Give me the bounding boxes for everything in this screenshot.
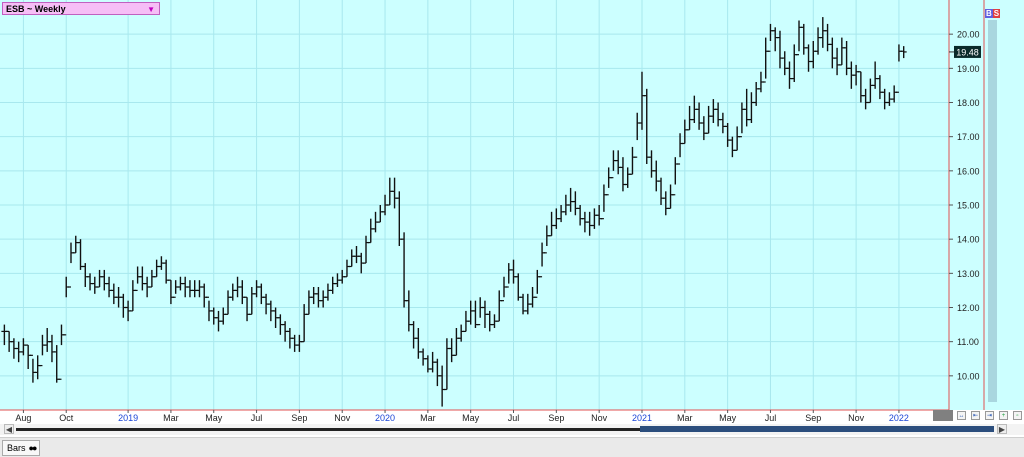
- symbol-selector[interactable]: ESB ~ Weekly ▼: [2, 2, 160, 15]
- scroll-end-icon[interactable]: ⇥: [985, 411, 994, 420]
- x-tick-label: 2019: [118, 413, 138, 423]
- y-tick-label: 19.00: [957, 64, 980, 74]
- chart-window: 10.00 11.00 12.00 13.00 14.00 15.00 16.00 17.00…: [0, 0, 1024, 457]
- y-tick-label: 15.00: [957, 201, 980, 211]
- y-tick-label: 10.00: [957, 371, 980, 381]
- zoom-out-icon[interactable]: ↔: [957, 411, 966, 420]
- buy-badge[interactable]: B: [985, 9, 993, 18]
- sell-badge[interactable]: S: [992, 9, 1001, 18]
- x-tick-label: Jul: [765, 413, 777, 423]
- x-axis: Aug Oct 2019 Mar May Jul Sep Nov 2020 Mar May Jul Se…: [15, 410, 909, 423]
- x-tick-label: Jul: [251, 413, 263, 423]
- x-tick-label: Nov: [848, 413, 865, 423]
- zoom-in-icon[interactable]: +: [999, 411, 1008, 420]
- link-icon[interactable]: ●●: [29, 443, 38, 453]
- x-tick-label: Sep: [805, 413, 821, 423]
- y-tick-label: 18.00: [957, 98, 980, 108]
- y-tick-label: 20.00: [957, 30, 980, 40]
- y-tick-label: 16.00: [957, 166, 980, 176]
- scroll-begin-icon[interactable]: ⇤: [971, 411, 980, 420]
- price-chart[interactable]: 10.00 11.00 12.00 13.00 14.00 15.00 16.00 17.00…: [0, 0, 1024, 424]
- y-tick-label: 17.00: [957, 132, 980, 142]
- reset-zoom-icon[interactable]: ▫: [1013, 411, 1022, 420]
- tab-bars-label: Bars: [7, 443, 26, 453]
- y-tick-label: 12.00: [957, 303, 980, 313]
- y-tick-label: 13.00: [957, 269, 980, 279]
- x-tick-label: May: [462, 413, 480, 423]
- x-tick-label: Mar: [163, 413, 179, 423]
- x-tick-label: 2021: [632, 413, 652, 423]
- x-tick-label: Mar: [677, 413, 693, 423]
- symbol-label: ESB ~ Weekly: [6, 4, 66, 14]
- x-tick-label: Jul: [508, 413, 520, 423]
- horizontal-scrollbar[interactable]: ◀ ▶: [0, 424, 1024, 435]
- tab-bars[interactable]: Bars ●●: [2, 440, 41, 456]
- x-tick-label: Aug: [15, 413, 31, 423]
- x-tick-label: 2020: [375, 413, 395, 423]
- y-tick-label: 11.00: [957, 337, 979, 347]
- x-tick-label: Sep: [291, 413, 307, 423]
- x-tick-label: Sep: [548, 413, 564, 423]
- y-axis-scroll-strip[interactable]: [988, 20, 997, 402]
- tab-bar: Bars ●●: [0, 437, 1024, 457]
- buy-sell-badge[interactable]: BS: [985, 9, 1001, 18]
- arrow-left-icon[interactable]: ◀: [4, 424, 14, 434]
- scroll-thumb[interactable]: [640, 426, 994, 432]
- x-tick-label: Nov: [591, 413, 608, 423]
- y-tick-label: 14.00: [957, 235, 980, 245]
- x-tick-label: May: [205, 413, 223, 423]
- axis-corner-block: [933, 410, 953, 421]
- x-tick-label: Nov: [334, 413, 351, 423]
- last-price-label: 19.48: [956, 47, 979, 57]
- x-tick-label: Mar: [420, 413, 436, 423]
- x-tick-label: Oct: [59, 413, 74, 423]
- x-tick-label: May: [719, 413, 737, 423]
- x-tick-label: 2022: [889, 413, 909, 423]
- arrow-right-icon[interactable]: ▶: [997, 424, 1007, 434]
- triangle-down-icon[interactable]: ▼: [147, 3, 155, 16]
